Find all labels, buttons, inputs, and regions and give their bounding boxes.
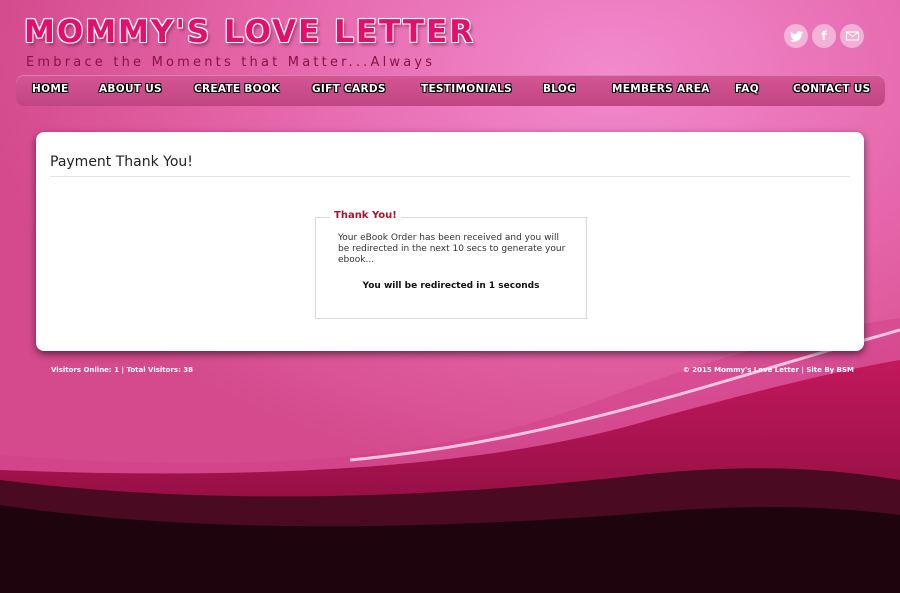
- nav-faq[interactable]: FAQ: [735, 83, 759, 95]
- social-links: f: [784, 24, 864, 48]
- thank-you-box: Thank You! Your eBook Order has been rec…: [315, 210, 587, 319]
- facebook-icon[interactable]: f: [812, 24, 836, 48]
- nav-gift-cards[interactable]: GIFT CARDS: [312, 83, 386, 95]
- site-tagline: Embrace the Moments that Matter...Always: [26, 55, 436, 70]
- redirect-countdown: You will be redirected in 1 seconds: [362, 281, 540, 291]
- page-title: Payment Thank You!: [50, 154, 193, 170]
- title-divider: [50, 176, 850, 177]
- page: MOMMY'S LOVE LETTER Embrace the Moments …: [0, 0, 900, 593]
- nav-testimonials[interactable]: TESTIMONIALS: [421, 83, 512, 95]
- facebook-icon-glyph: f: [821, 29, 827, 43]
- nav-blog[interactable]: BLOG: [543, 83, 576, 95]
- twitter-icon[interactable]: [784, 24, 808, 48]
- email-icon[interactable]: [840, 24, 864, 48]
- nav-create-book[interactable]: CREATE BOOK: [194, 83, 280, 95]
- order-message: Your eBook Order has been received and y…: [338, 233, 566, 265]
- nav-home[interactable]: HOME: [32, 83, 69, 95]
- footer-copyright: © 2015 Mommy's Love Letter | Site By BSM: [682, 366, 854, 374]
- content-panel: Payment Thank You! Thank You! Your eBook…: [36, 132, 864, 351]
- main-nav: HOME ABOUT US CREATE BOOK GIFT CARDS TES…: [16, 75, 885, 106]
- site-logo[interactable]: MOMMY'S LOVE LETTER: [24, 14, 475, 50]
- nav-contact-us[interactable]: CONTACT US: [793, 83, 871, 95]
- nav-members-area[interactable]: MEMBERS AREA: [612, 83, 710, 95]
- visitor-counter: Visitors Online: 1 | Total Visitors: 38: [51, 366, 194, 374]
- thank-you-legend: Thank You!: [330, 210, 401, 221]
- nav-about-us[interactable]: ABOUT US: [99, 83, 162, 95]
